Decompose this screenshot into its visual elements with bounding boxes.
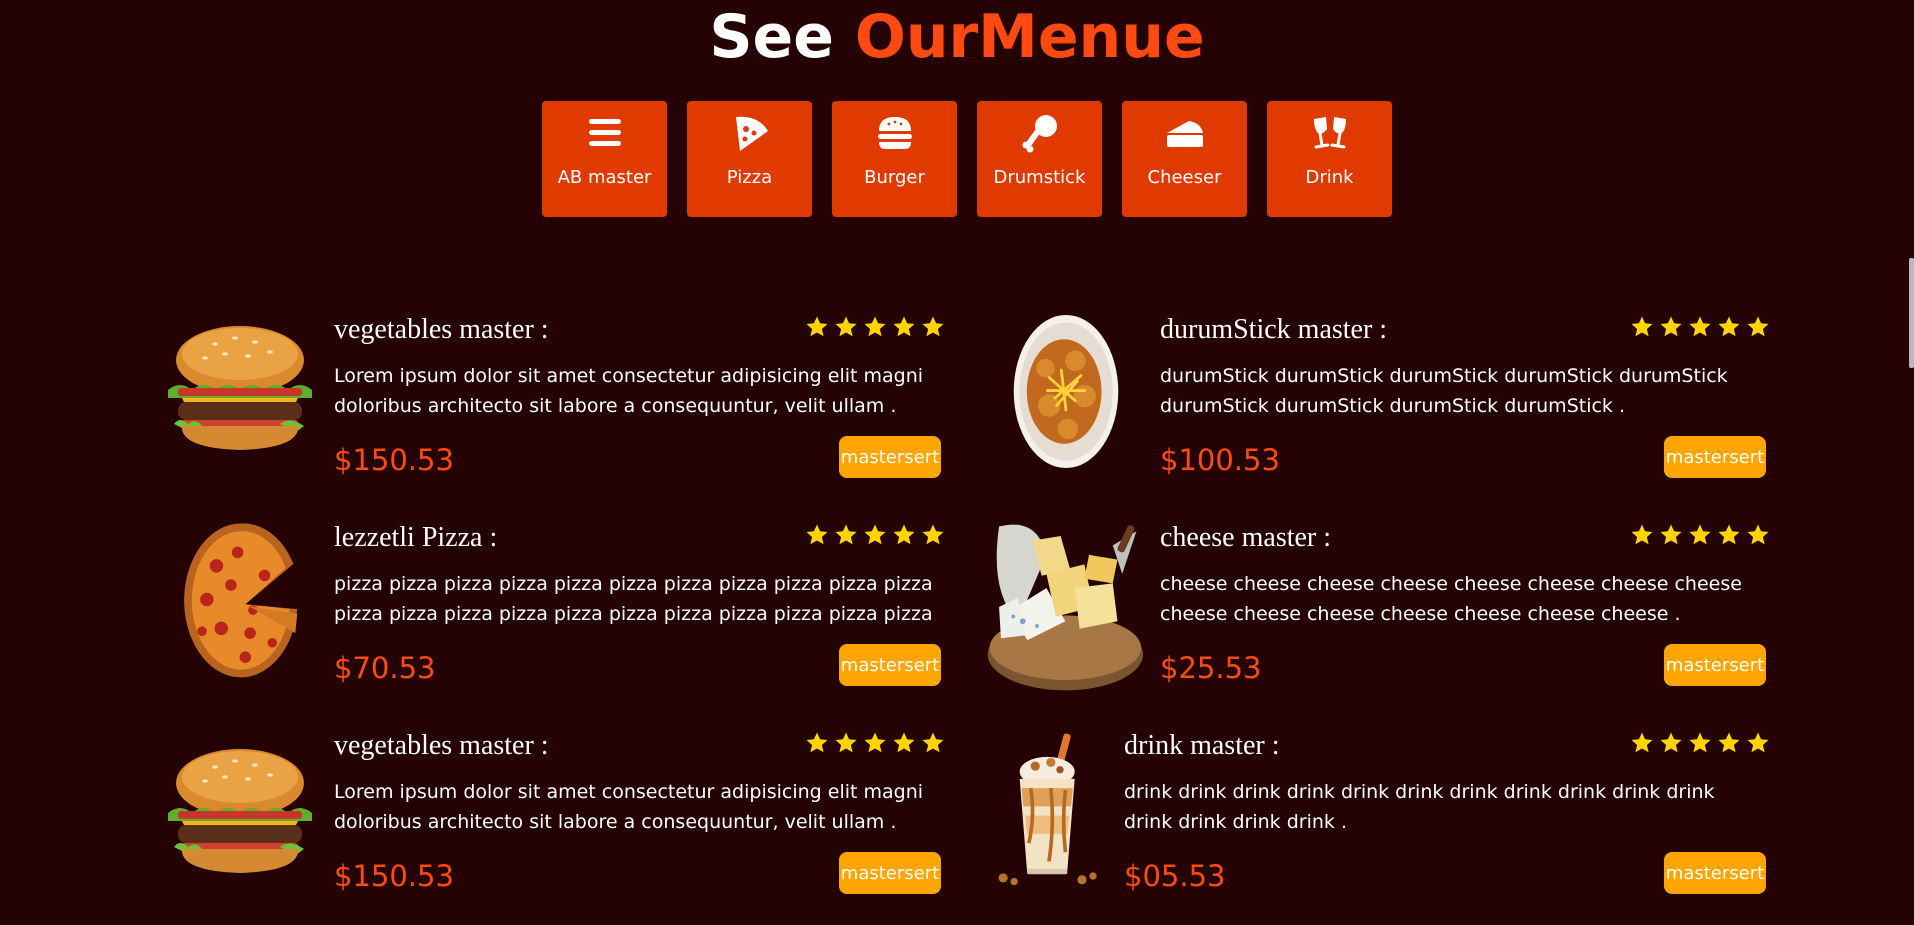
item-description: pizza pizza pizza pizza pizza pizza pizz… (334, 573, 933, 625)
item-title: cheese master : (1160, 522, 1332, 553)
category-label: Drumstick (993, 167, 1086, 188)
category-button-drumstick[interactable]: Drumstick (977, 101, 1102, 217)
star-icon (805, 731, 829, 755)
star-icon (1659, 731, 1683, 755)
item-title: vegetables master : (334, 730, 549, 761)
rating-stars (805, 523, 945, 547)
category-button-burger[interactable]: Burger (832, 101, 957, 217)
item-title: lezzetli Pizza : (334, 522, 498, 553)
pizza-slice-icon (735, 116, 768, 151)
rating-stars (1630, 315, 1770, 339)
order-button[interactable]: mastersert (839, 852, 941, 894)
star-icon (1630, 523, 1654, 547)
menu-item: drink master : drink drink drink drink d… (994, 725, 1767, 925)
item-description: Lorem ipsum dolor sit amet consectetur a… (334, 365, 924, 417)
category-label: Pizza (726, 167, 773, 188)
item-price: $25.53 (1160, 651, 1262, 685)
star-icon (921, 315, 945, 339)
star-icon (1659, 315, 1683, 339)
star-icon (863, 523, 887, 547)
rating-stars (1630, 523, 1770, 547)
page-title-accent: OurMenue (854, 2, 1205, 72)
page-title-text: See (709, 2, 855, 72)
star-icon (834, 731, 858, 755)
category-label: Cheeser (1147, 167, 1222, 188)
star-icon (921, 731, 945, 755)
star-icon (1688, 315, 1712, 339)
star-icon (834, 315, 858, 339)
item-description: Lorem ipsum dolor sit amet consectetur a… (334, 781, 924, 833)
star-icon (863, 315, 887, 339)
item-price: $150.53 (334, 443, 454, 477)
cheese-icon (1166, 121, 1203, 147)
pizza-image (178, 517, 303, 682)
rating-stars (805, 731, 945, 755)
star-icon (892, 523, 916, 547)
item-price: $150.53 (334, 859, 454, 893)
menu-item: lezzetli Pizza : pizza pizza pizza pizza… (160, 517, 942, 717)
item-description: durumStick durumStick durumStick durumSt… (1160, 365, 1728, 417)
star-icon (863, 731, 887, 755)
star-icon (1688, 731, 1712, 755)
champagne-glasses-icon (1313, 117, 1346, 149)
category-button-cheeser[interactable]: Cheeser (1122, 101, 1247, 217)
star-icon (834, 523, 858, 547)
star-icon (1746, 523, 1770, 547)
category-button-drink[interactable]: Drink (1267, 101, 1392, 217)
category-label: Burger (864, 167, 925, 188)
star-icon (805, 315, 829, 339)
burger-image (160, 324, 320, 454)
burger-icon (877, 117, 912, 149)
item-description: drink drink drink drink drink drink drin… (1124, 781, 1715, 833)
star-icon (1630, 315, 1654, 339)
star-icon (1717, 731, 1741, 755)
category-button-pizza[interactable]: Pizza (687, 101, 812, 217)
category-label: Drink (1305, 167, 1354, 188)
menu-item: vegetables master : Lorem ipsum dolor si… (160, 725, 942, 925)
star-icon (1659, 523, 1683, 547)
star-icon (1746, 731, 1770, 755)
page-title: See OurMenue (0, 2, 1914, 72)
rating-stars (1630, 731, 1770, 755)
hamburger-menu-icon (588, 119, 621, 146)
menu-item: vegetables master : Lorem ipsum dolor si… (160, 309, 942, 509)
star-icon (1688, 523, 1712, 547)
item-price: $70.53 (334, 651, 436, 685)
milkshake-image (994, 732, 1104, 890)
star-icon (921, 523, 945, 547)
fried-chicken-image (1010, 309, 1122, 474)
order-button[interactable]: mastersert (1664, 852, 1766, 894)
order-button[interactable]: mastersert (839, 436, 941, 478)
order-button[interactable]: mastersert (1664, 644, 1766, 686)
item-title: drink master : (1124, 730, 1280, 761)
item-price: $100.53 (1160, 443, 1280, 477)
burger-image (160, 747, 320, 877)
order-button[interactable]: mastersert (1664, 436, 1766, 478)
scrollbar-thumb[interactable] (1909, 258, 1914, 368)
item-title: vegetables master : (334, 314, 549, 345)
category-tabs: AB master Pizza Burger Drumstick Cheeser (542, 101, 1392, 217)
menu-item: cheese master : cheese cheese cheese che… (978, 517, 1767, 717)
star-icon (1630, 731, 1654, 755)
menu-item: durumStick master : durumStick durumStic… (1010, 309, 1767, 509)
star-icon (1717, 315, 1741, 339)
category-label: AB master (557, 167, 652, 188)
order-button[interactable]: mastersert (839, 644, 941, 686)
item-price: $05.53 (1124, 859, 1226, 893)
category-button-ab-master[interactable]: AB master (542, 101, 667, 217)
star-icon (892, 731, 916, 755)
cheese-board-image (978, 517, 1148, 697)
star-icon (805, 523, 829, 547)
star-icon (892, 315, 916, 339)
rating-stars (805, 315, 945, 339)
drumstick-icon (1022, 115, 1057, 153)
star-icon (1717, 523, 1741, 547)
star-icon (1746, 315, 1770, 339)
item-description: cheese cheese cheese cheese cheese chees… (1160, 573, 1742, 625)
item-title: durumStick master : (1160, 314, 1388, 345)
